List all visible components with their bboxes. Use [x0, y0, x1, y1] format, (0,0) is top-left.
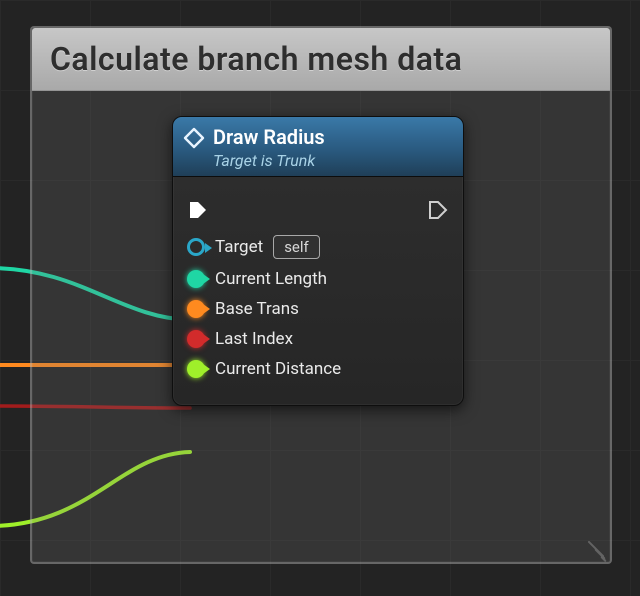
node-header[interactable]: Draw Radius Target is Trunk	[173, 117, 463, 177]
resize-handle-icon[interactable]	[582, 534, 604, 556]
pin-label: Target	[215, 237, 263, 257]
function-node-icon	[183, 127, 205, 149]
pin-row-current-length: Current Length	[187, 269, 449, 289]
node-body: Target self Current Length Base Trans La…	[173, 177, 463, 405]
pin-label: Last Index	[215, 329, 293, 349]
pin-label: Base Trans	[215, 299, 299, 319]
pin-row-last-index: Last Index	[187, 329, 449, 349]
comment-title[interactable]: Calculate branch mesh data	[32, 28, 610, 91]
last-index-pin[interactable]	[187, 330, 205, 348]
pin-label: Current Length	[215, 269, 327, 289]
exec-out-pin[interactable]	[427, 199, 449, 221]
target-default-value[interactable]: self	[273, 235, 320, 259]
blueprint-node[interactable]: Draw Radius Target is Trunk Target self …	[172, 116, 464, 406]
pin-row-base-trans: Base Trans	[187, 299, 449, 319]
exec-in-pin[interactable]	[187, 199, 209, 221]
pin-row-target: Target self	[187, 235, 449, 259]
current-length-pin[interactable]	[187, 270, 205, 288]
pin-row-current-distance: Current Distance	[187, 359, 449, 379]
current-distance-pin[interactable]	[187, 360, 205, 378]
base-trans-pin[interactable]	[187, 300, 205, 318]
pin-label: Current Distance	[215, 359, 341, 379]
node-subtitle: Target is Trunk	[213, 151, 451, 170]
target-pin[interactable]	[187, 238, 205, 256]
node-title: Draw Radius	[213, 125, 451, 149]
